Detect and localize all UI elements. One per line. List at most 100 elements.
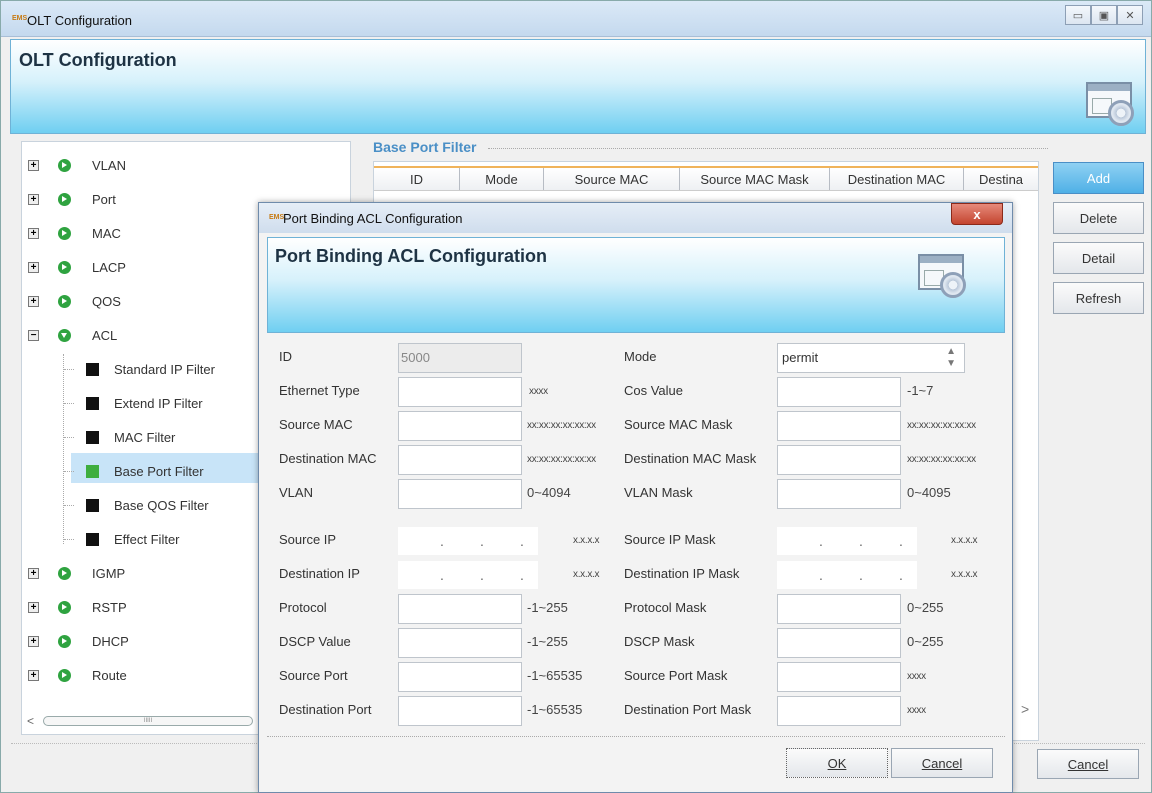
expand-icon[interactable]: +	[28, 227, 39, 239]
cancel-button[interactable]: Cancel	[1037, 749, 1139, 779]
maximize-button[interactable]: ▣	[1091, 5, 1117, 25]
expand-icon[interactable]: +	[28, 635, 39, 647]
dialog-cancel-button[interactable]: Cancel	[891, 748, 993, 778]
leaf-icon	[86, 362, 99, 376]
tree-label: Effect Filter	[114, 531, 180, 547]
protocol-label: Protocol	[279, 600, 327, 615]
window-title: OLT Configuration	[27, 13, 133, 28]
mode-select[interactable]: permit ▲ ▼	[777, 343, 965, 373]
header-banner: OLT Configuration	[10, 39, 1146, 134]
node-icon	[58, 566, 71, 580]
column-header[interactable]: Source MAC	[544, 168, 680, 190]
node-icon	[58, 158, 71, 172]
scroll-thumb[interactable]: IIIII	[43, 716, 253, 726]
source-mac-hint: xx:xx:xx:xx:xx:xx	[527, 420, 596, 431]
source-ip-hint: x.x.x.x	[573, 535, 600, 546]
column-header[interactable]: Source MAC Mask	[680, 168, 830, 190]
delete-button[interactable]: Delete	[1053, 202, 1144, 234]
destination-mac-field[interactable]	[398, 445, 522, 475]
leaf-icon	[86, 396, 99, 410]
cos-value-field[interactable]	[777, 377, 901, 407]
minimize-button[interactable]: ▭	[1065, 5, 1091, 25]
destination-ip-field[interactable]: ...	[398, 561, 538, 589]
protocol-field[interactable]	[398, 594, 522, 624]
column-header[interactable]: Mode	[460, 168, 544, 190]
dscp-mask-label: DSCP Mask	[624, 634, 695, 649]
dialog-close-button[interactable]: x	[951, 203, 1003, 225]
collapse-icon[interactable]: −	[28, 329, 39, 341]
column-header[interactable]: Destina	[964, 168, 1038, 190]
config-icon	[918, 250, 968, 302]
vlan-label: VLAN	[279, 485, 313, 500]
vlan-mask-hint: 0~4095	[907, 485, 951, 500]
dialog-titlebar: EMS Port Binding ACL Configuration x	[259, 203, 1012, 233]
spinner-icon: ▲ ▼	[946, 346, 956, 369]
tree-label: Port	[92, 191, 116, 207]
dscp-mask-field[interactable]	[777, 628, 901, 658]
refresh-button[interactable]: Refresh	[1053, 282, 1144, 314]
expand-icon[interactable]: +	[28, 193, 39, 205]
expand-icon[interactable]: +	[28, 601, 39, 613]
destination-ip-mask-hint: x.x.x.x	[951, 569, 978, 580]
destination-mac-mask-hint: xx:xx:xx:xx:xx:xx	[907, 454, 976, 465]
vlan-mask-field[interactable]	[777, 479, 901, 509]
source-ip-label: Source IP	[279, 532, 337, 547]
source-port-field[interactable]	[398, 662, 522, 692]
mode-value: permit	[782, 350, 819, 365]
destination-port-mask-field[interactable]	[777, 696, 901, 726]
protocol-mask-field[interactable]	[777, 594, 901, 624]
tree-item-vlan[interactable]: + VLAN	[22, 151, 352, 179]
scroll-left-icon[interactable]: <	[27, 714, 34, 728]
expand-icon[interactable]: +	[28, 159, 39, 171]
source-mac-field[interactable]	[398, 411, 522, 441]
dialog-banner: Port Binding ACL Configuration	[267, 237, 1005, 333]
column-header[interactable]: ID	[374, 168, 460, 190]
expand-icon[interactable]: +	[28, 261, 39, 273]
banner-title: OLT Configuration	[19, 50, 177, 70]
source-ip-mask-field[interactable]: ...	[777, 527, 917, 555]
source-port-hint: -1~65535	[527, 668, 583, 683]
destination-mac-label: Destination MAC	[279, 451, 377, 466]
tree-horizontal-scrollbar[interactable]: < IIIII	[27, 714, 262, 728]
expand-icon[interactable]: +	[28, 567, 39, 579]
panel-title-rule	[488, 148, 1048, 149]
scroll-right-icon[interactable]: >	[1021, 701, 1029, 717]
leaf-icon	[86, 430, 99, 444]
expand-icon[interactable]: +	[28, 669, 39, 681]
expand-icon[interactable]: +	[28, 295, 39, 307]
id-label: ID	[279, 349, 292, 364]
tree-label: Extend IP Filter	[114, 395, 203, 411]
destination-mac-mask-field[interactable]	[777, 445, 901, 475]
dscp-value-hint: -1~255	[527, 634, 568, 649]
vlan-mask-label: VLAN Mask	[624, 485, 693, 500]
add-button[interactable]: Add	[1053, 162, 1144, 194]
ok-button[interactable]: OK	[786, 748, 888, 778]
ems-logo: EMS	[269, 214, 285, 221]
leaf-icon	[86, 532, 99, 546]
column-header[interactable]: Destination MAC	[830, 168, 964, 190]
source-ip-field[interactable]: ...	[398, 527, 538, 555]
source-port-label: Source Port	[279, 668, 348, 683]
dscp-value-field[interactable]	[398, 628, 522, 658]
destination-port-hint: -1~65535	[527, 702, 583, 717]
protocol-mask-label: Protocol Mask	[624, 600, 707, 615]
window-controls: ▭ ▣ ✕	[1065, 5, 1143, 25]
tree-label: IGMP	[92, 565, 126, 581]
close-button[interactable]: ✕	[1117, 5, 1143, 25]
tree-label: ACL	[92, 327, 118, 343]
dialog-title: Port Binding ACL Configuration	[283, 211, 463, 226]
vlan-hint: 0~4094	[527, 485, 571, 500]
vlan-field[interactable]	[398, 479, 522, 509]
leaf-icon	[86, 464, 99, 478]
detail-button[interactable]: Detail	[1053, 242, 1144, 274]
source-mac-mask-field[interactable]	[777, 411, 901, 441]
tree-label: DHCP	[92, 633, 129, 649]
tree-label: QOS	[92, 293, 121, 309]
destination-port-field[interactable]	[398, 696, 522, 726]
destination-ip-mask-field[interactable]: ...	[777, 561, 917, 589]
source-port-mask-hint: xxxx	[907, 671, 926, 682]
ethernet-type-field[interactable]	[398, 377, 522, 407]
source-port-mask-field[interactable]	[777, 662, 901, 692]
cos-value-hint: -1~7	[907, 383, 934, 398]
node-icon	[58, 260, 71, 274]
